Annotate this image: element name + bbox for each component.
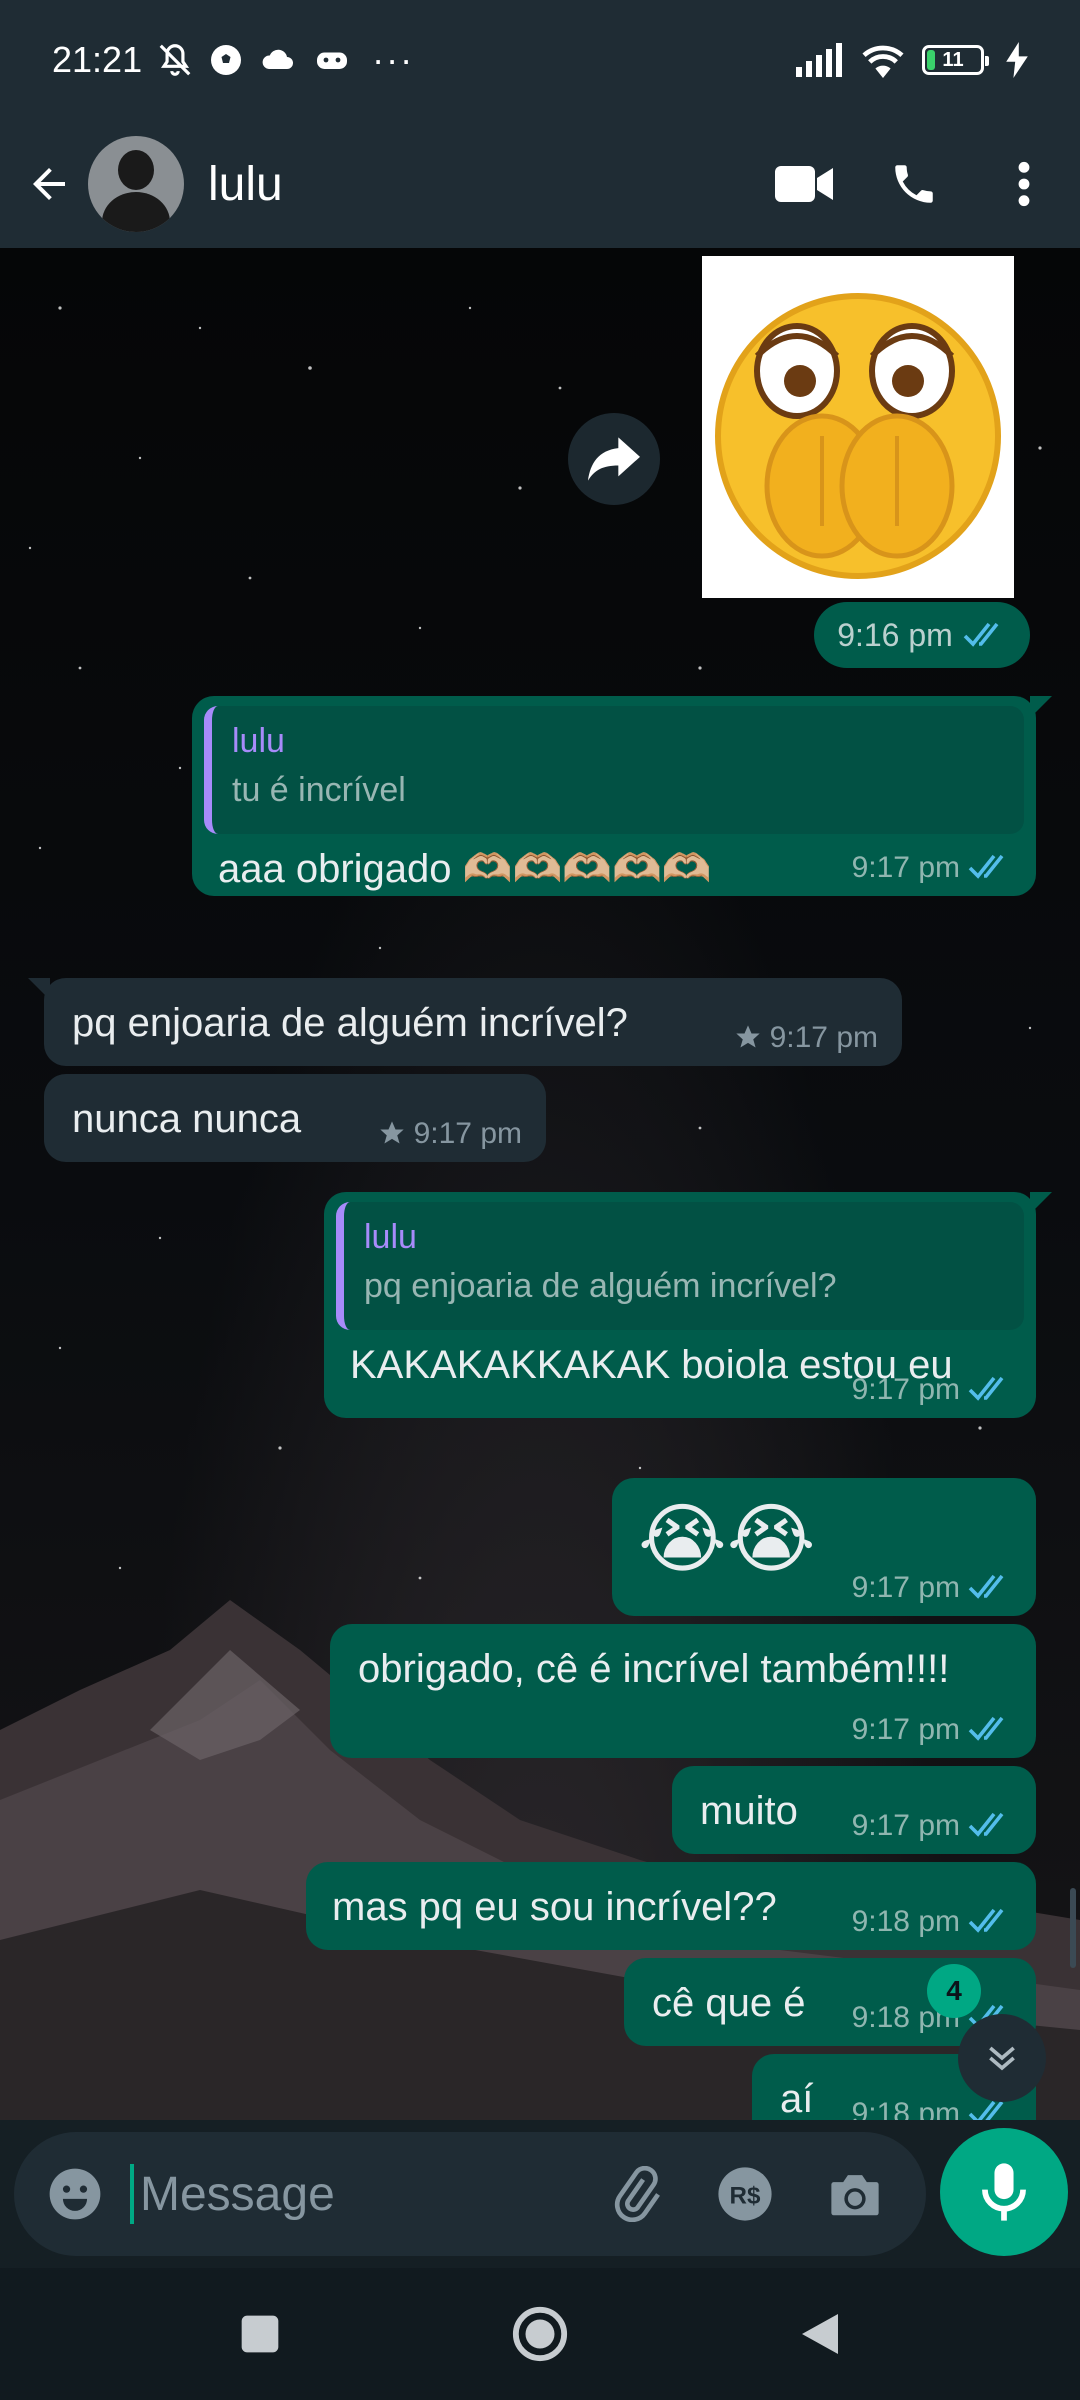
- forward-button[interactable]: [568, 413, 660, 505]
- payment-icon: R$: [718, 2167, 772, 2221]
- back-icon: [802, 2314, 838, 2354]
- star-icon: [735, 1025, 760, 1048]
- chat-scrollbar[interactable]: [1070, 1888, 1076, 1968]
- message-meta: 9:17 pm: [852, 1807, 1012, 1845]
- message-meta: 9:17 pm: [734, 1019, 878, 1057]
- quote-text: pq enjoaria de alguém incrível?: [364, 1266, 837, 1305]
- attach-button[interactable]: [580, 2139, 690, 2249]
- outgoing-message[interactable]: obrigado, cê é incrível também!!!! 9:17 …: [330, 1624, 1036, 1758]
- message-time: 9:17 pm: [851, 1712, 960, 1746]
- message-meta: 9:17 pm: [852, 1371, 1012, 1409]
- message-meta: 9:17 pm: [852, 1711, 1012, 1749]
- scroll-to-bottom-button[interactable]: [958, 2014, 1046, 2102]
- phone-icon: [895, 165, 933, 203]
- contact-name[interactable]: lulu: [208, 157, 283, 212]
- quoted-message[interactable]: lulu pq enjoaria de alguém incrível?: [336, 1202, 1024, 1330]
- voice-message-button[interactable]: [940, 2128, 1068, 2256]
- battery-icon: 11: [922, 45, 989, 75]
- incoming-message[interactable]: pq enjoaria de alguém incrível? 9:17 pm: [28, 978, 902, 1066]
- mic-icon: [982, 2163, 1026, 2221]
- signal-icon: [796, 43, 844, 77]
- system-back-button[interactable]: [780, 2294, 860, 2374]
- status-bar: 21:21 ··· 11: [0, 0, 1080, 120]
- payment-button[interactable]: R$: [690, 2139, 800, 2249]
- message-time: 9:18 pm: [851, 1904, 960, 1938]
- composer: R$: [0, 2120, 1080, 2268]
- message-time: 9:17 pm: [851, 1372, 960, 1406]
- attach-icon: [614, 2166, 660, 2222]
- read-ticks-icon: [968, 1813, 1004, 1837]
- video-call-button[interactable]: [754, 134, 854, 234]
- message-time: 9:18 pm: [851, 2096, 960, 2121]
- read-ticks-icon: [968, 1377, 1004, 1401]
- home-button[interactable]: [500, 2294, 580, 2374]
- recents-button[interactable]: [220, 2294, 300, 2374]
- quote-author: lulu: [364, 1218, 417, 1256]
- soccer-ball-icon: [208, 42, 244, 78]
- read-ticks-icon: [968, 1717, 1004, 1741]
- message-time: 9:17 pm: [769, 1020, 878, 1054]
- read-ticks-icon: [968, 855, 1004, 879]
- message-input-container: R$: [14, 2132, 926, 2256]
- incoming-message[interactable]: nunca nunca 9:17 pm: [44, 1074, 546, 1162]
- system-nav-bar: [0, 2268, 1080, 2400]
- outgoing-message[interactable]: lulu pq enjoaria de alguém incrível? KAK…: [324, 1192, 1052, 1418]
- video-call-icon: [775, 166, 833, 202]
- back-button[interactable]: [14, 149, 84, 219]
- message-time: 9:17 pm: [851, 1570, 960, 1604]
- message-time: 9:16 pm: [837, 616, 953, 653]
- outgoing-message[interactable]: mas pq eu sou incrível?? 9:18 pm: [306, 1862, 1036, 1950]
- back-arrow-icon: [33, 168, 65, 200]
- message-meta: 9:17 pm: [852, 1569, 1012, 1607]
- outgoing-message[interactable]: 😭😭 9:17 pm: [612, 1478, 1036, 1616]
- message-meta: 9:17 pm: [378, 1115, 522, 1153]
- message-meta: 9:18 pm: [852, 1903, 1012, 1941]
- read-ticks-icon: [968, 1575, 1004, 1599]
- outgoing-message[interactable]: lulu tu é incrível aaa obrigado 🫶🏼🫶🏼🫶🏼🫶🏼…: [192, 696, 1052, 896]
- unread-count-badge: 4: [927, 1964, 981, 2018]
- status-time: 21:21: [52, 39, 143, 80]
- crying-emoji-sticker: [715, 293, 1001, 579]
- sticker-message[interactable]: [702, 256, 1014, 598]
- double-chevron-down-icon: [989, 2046, 1015, 2071]
- outgoing-message[interactable]: muito 9:17 pm: [672, 1766, 1036, 1854]
- message-text: obrigado, cê é incrível também!!!!: [358, 1647, 950, 1691]
- read-ticks-icon: [968, 1909, 1004, 1933]
- mute-bell-icon: [156, 41, 194, 79]
- gamepad-icon: [312, 42, 352, 78]
- more-vert-icon: [1018, 161, 1030, 207]
- emoji-icon: [49, 2168, 101, 2220]
- quoted-message[interactable]: lulu tu é incrível: [204, 706, 1024, 834]
- read-ticks-icon: [963, 622, 999, 647]
- home-icon: [512, 2306, 568, 2362]
- message-time: 9:17 pm: [413, 1116, 522, 1150]
- star-icon: [379, 1121, 404, 1144]
- voice-call-button[interactable]: [864, 134, 964, 234]
- quote-text: tu é incrível: [232, 770, 406, 809]
- cloud-icon: [258, 42, 298, 78]
- sticker-meta: 9:16 pm: [814, 602, 1030, 668]
- chat-area[interactable]: 9:16 pm lulu tu é incrível aaa obrigado …: [0, 248, 1080, 2120]
- more-status-icon: ···: [372, 39, 415, 80]
- camera-icon: [831, 2175, 879, 2216]
- menu-button[interactable]: [974, 134, 1074, 234]
- recents-icon: [241, 2315, 279, 2353]
- avatar[interactable]: [88, 136, 184, 232]
- message-time: 9:17 pm: [851, 850, 960, 884]
- chat-header: lulu: [0, 120, 1080, 248]
- read-ticks-icon: [968, 2101, 1004, 2120]
- wifi-icon: [860, 42, 906, 78]
- message-meta: 9:17 pm: [852, 849, 1012, 887]
- svg-text:R$: R$: [730, 2183, 761, 2210]
- battery-level: 11: [942, 48, 964, 71]
- camera-button[interactable]: [800, 2139, 910, 2249]
- message-input[interactable]: [130, 2164, 560, 2224]
- charging-icon: [1006, 42, 1028, 78]
- quote-author: lulu: [232, 722, 285, 760]
- emoji-button[interactable]: [20, 2139, 130, 2249]
- message-time: 9:17 pm: [851, 1808, 960, 1842]
- forward-icon: [588, 437, 640, 481]
